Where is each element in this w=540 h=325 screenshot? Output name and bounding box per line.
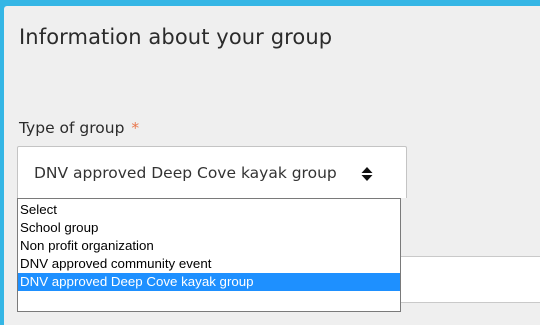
section-title: Information about your group <box>19 25 333 49</box>
option-community-event[interactable]: DNV approved community event <box>18 255 400 273</box>
group-type-label: Type of group * <box>19 119 139 137</box>
up-down-arrows-icon <box>361 167 373 181</box>
group-info-panel: Information about your group Type of gro… <box>4 6 540 325</box>
option-non-profit-organization[interactable]: Non profit organization <box>18 237 400 255</box>
group-type-select[interactable]: DNV approved Deep Cove kayak group <box>17 146 407 198</box>
next-field-input[interactable] <box>400 256 540 303</box>
group-type-selected-value: DNV approved Deep Cove kayak group <box>34 164 337 182</box>
group-type-options-list[interactable]: Select School group Non profit organizat… <box>17 198 401 312</box>
option-kayak-group[interactable]: DNV approved Deep Cove kayak group <box>18 273 400 291</box>
option-select[interactable]: Select <box>18 201 400 219</box>
required-mark: * <box>131 119 140 137</box>
group-type-label-text: Type of group <box>19 119 125 137</box>
option-school-group[interactable]: School group <box>18 219 400 237</box>
